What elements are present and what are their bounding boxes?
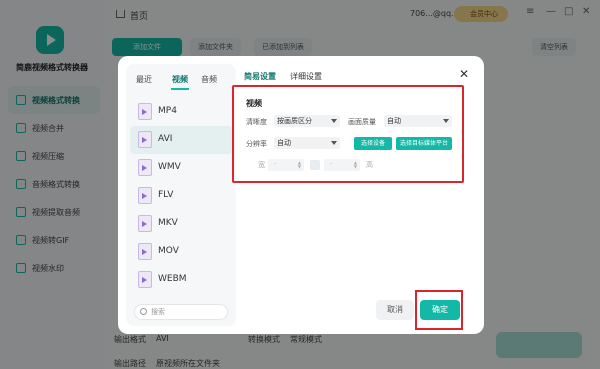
- height-label: 高: [366, 161, 373, 169]
- tab-detailed-settings[interactable]: 详细设置: [290, 71, 322, 82]
- resolution-label: 分辨率: [246, 140, 267, 148]
- format-label: MKV: [158, 218, 178, 228]
- search-placeholder: 搜索: [151, 308, 165, 316]
- clarity-select[interactable]: 按画质区分: [274, 115, 340, 127]
- format-item-flv[interactable]: FLV: [126, 182, 236, 210]
- resolution-value: 自动: [277, 139, 291, 147]
- video-file-icon: [138, 215, 152, 232]
- video-file-icon: [138, 271, 152, 288]
- select-device-button[interactable]: 选择设备: [354, 137, 392, 150]
- width-input[interactable]: - ▲ ▼: [268, 159, 304, 171]
- tab-audio[interactable]: 音频: [201, 74, 217, 85]
- format-label: WEBM: [158, 274, 187, 284]
- video-file-icon: [138, 243, 152, 260]
- chevron-down-icon: [331, 119, 337, 123]
- cancel-button[interactable]: 取消: [376, 300, 414, 320]
- stepper-icon: ▲ ▼: [297, 160, 301, 169]
- stepper-icon: ▲ ▼: [353, 160, 357, 169]
- confirm-button[interactable]: 确定: [420, 300, 460, 320]
- width-label: 宽: [258, 161, 265, 169]
- height-placeholder: -: [330, 160, 333, 167]
- width-placeholder: -: [274, 160, 277, 167]
- tab-video[interactable]: 视频: [172, 74, 188, 85]
- format-label: AVI: [158, 134, 173, 144]
- height-input[interactable]: - ▲ ▼: [324, 159, 360, 171]
- tab-underline: [171, 88, 189, 90]
- format-label: WMV: [158, 162, 181, 172]
- format-label: MOV: [158, 246, 179, 256]
- format-item-avi[interactable]: AVI: [130, 126, 232, 154]
- format-item-mp4[interactable]: MP4: [126, 98, 236, 126]
- video-settings-panel: 视频 清晰度 按画质区分 画面质量 自动 分辨率 自动 选择设备 选择目标媒体平…: [232, 85, 464, 183]
- close-icon[interactable]: ✕: [458, 68, 470, 80]
- clarity-value: 按画质区分: [277, 117, 312, 125]
- link-icon[interactable]: [310, 160, 320, 170]
- quality-select[interactable]: 自动: [384, 115, 452, 127]
- chevron-down-icon: [443, 119, 449, 123]
- format-item-wmv[interactable]: WMV: [126, 154, 236, 182]
- search-icon: [140, 308, 147, 315]
- clarity-label: 清晰度: [246, 118, 267, 126]
- format-dialog: 最近 视频 音频 MP4 AVI WMV FLV MKV MOV WEBM 搜索…: [118, 56, 484, 334]
- chevron-down-icon: [331, 141, 337, 145]
- video-file-icon: [138, 187, 152, 204]
- resolution-select[interactable]: 自动: [274, 137, 340, 149]
- format-item-mkv[interactable]: MKV: [126, 210, 236, 238]
- tab-simple-settings[interactable]: 简易设置: [244, 71, 276, 82]
- quality-label: 画面质量: [348, 118, 376, 126]
- quality-value: 自动: [387, 117, 401, 125]
- video-file-icon: [138, 131, 152, 148]
- format-list: MP4 AVI WMV FLV MKV MOV WEBM: [126, 98, 236, 294]
- format-search-input[interactable]: 搜索: [134, 304, 228, 320]
- format-label: MP4: [158, 106, 177, 116]
- format-item-webm[interactable]: WEBM: [126, 266, 236, 294]
- select-platform-button[interactable]: 选择目标媒体平台: [396, 137, 452, 150]
- format-panel: 最近 视频 音频 MP4 AVI WMV FLV MKV MOV WEBM 搜索: [126, 64, 236, 326]
- section-title: 视频: [246, 99, 262, 108]
- video-file-icon: [138, 159, 152, 176]
- format-item-mov[interactable]: MOV: [126, 238, 236, 266]
- tab-recent[interactable]: 最近: [136, 74, 152, 85]
- video-file-icon: [138, 103, 152, 120]
- format-label: FLV: [158, 190, 174, 200]
